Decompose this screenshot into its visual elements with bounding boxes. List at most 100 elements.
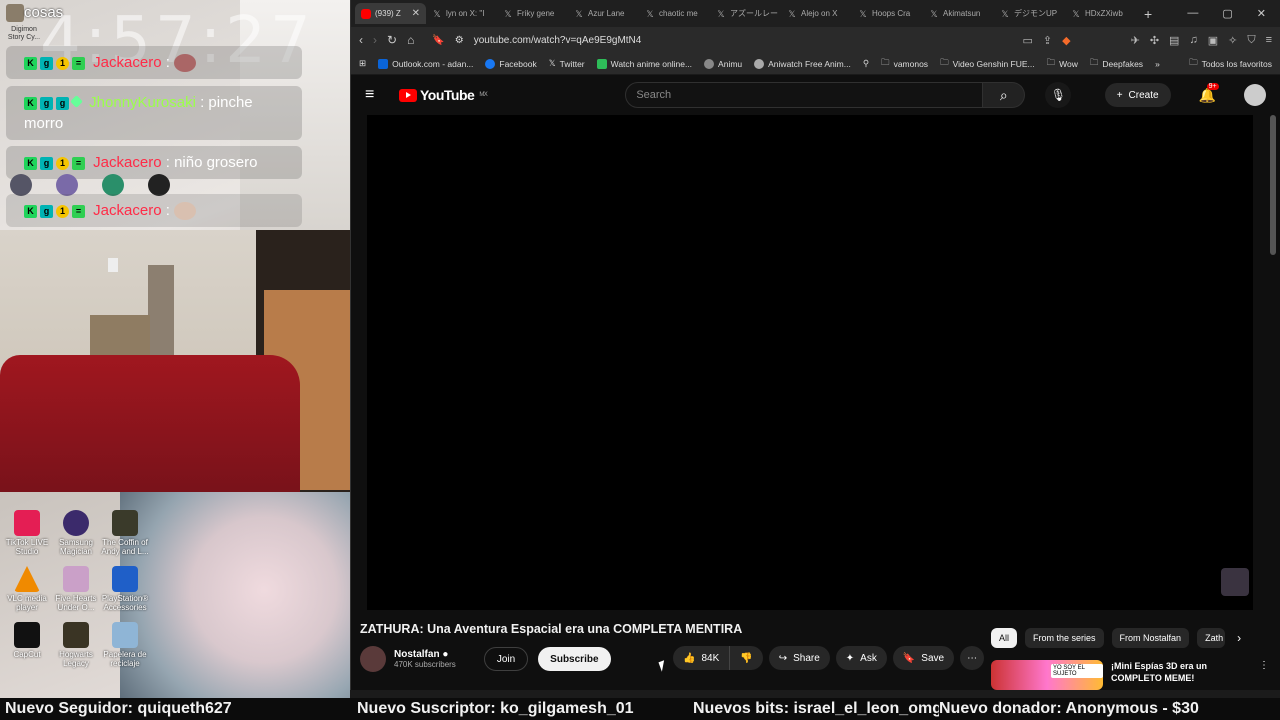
chat-separator: :	[165, 202, 170, 219]
more-actions-button[interactable]: ⋯	[960, 646, 985, 670]
channel-watermark-icon[interactable]	[1221, 568, 1249, 596]
tab-x[interactable]: 𝕏 HDxZXiwb	[1065, 3, 1136, 24]
app-shortcut-icon[interactable]	[56, 174, 78, 196]
desktop-icon-label: The Coffin of Andy and L...	[101, 538, 149, 556]
brave-shield-icon[interactable]: ◆	[1062, 34, 1070, 47]
bookmark-all-favorites[interactable]: 🗀 Todos los favoritos	[1189, 57, 1272, 71]
bookmark-folder-deepfakes[interactable]: 🗀 Deepfakes	[1090, 57, 1143, 71]
chip-from-series[interactable]: From the series	[1025, 628, 1104, 648]
bookmark-facebook[interactable]: Facebook	[485, 58, 537, 69]
bookmark-aniwatch[interactable]: Aniwatch Free Anim...	[754, 58, 851, 69]
back-arrow-icon[interactable]: ‹	[359, 33, 363, 47]
bookmark-folder-vamonos[interactable]: 🗀 vamonos	[881, 57, 928, 71]
hamburger-menu-icon[interactable]: ≡	[365, 86, 389, 104]
chip-all[interactable]: All	[991, 628, 1018, 648]
more-vertical-icon[interactable]: ⋮	[1259, 660, 1269, 690]
forward-arrow-icon[interactable]: ›	[373, 33, 377, 47]
vpn-icon[interactable]: ✈	[1131, 34, 1140, 47]
bookmark-page-icon[interactable]: 🔖	[432, 35, 444, 46]
tab-x[interactable]: 𝕏 Alejo on X	[781, 3, 852, 24]
chip-zathura[interactable]: Zath	[1197, 628, 1226, 648]
tab-x[interactable]: 𝕏 アズールレー	[710, 3, 781, 24]
minimize-icon[interactable]: —	[1187, 7, 1198, 20]
video-player[interactable]	[367, 115, 1253, 610]
desktop-icon-samsung-magician[interactable]: Samsung Magician	[49, 510, 103, 556]
chat-badges: K g g	[24, 94, 83, 110]
youtube-logo[interactable]: YouTube MX	[399, 87, 488, 103]
voice-search-button[interactable]: 🎙	[1045, 82, 1072, 108]
recommended-thumbnail[interactable]: YO SOY EL SUJETO	[991, 660, 1103, 690]
ticker-subscriber: Nuevo Suscriptor: ko_gilgamesh_01	[357, 700, 634, 717]
channel-avatar[interactable]	[360, 646, 386, 672]
desktop-icon-hogwarts[interactable]: Hogwarts Legacy	[49, 622, 103, 668]
share-icon[interactable]: ⇪	[1043, 34, 1052, 47]
bookmark-folder-wow[interactable]: 🗀 Wow	[1047, 57, 1078, 71]
bookmark-twitter[interactable]: 𝕏 Twitter	[549, 58, 585, 69]
digimon-shortcut-icon[interactable]	[6, 4, 24, 22]
desktop-icon-five-hearts[interactable]: Five Hearts Under O...	[49, 566, 103, 612]
create-button[interactable]: + Create	[1104, 83, 1171, 107]
tab-x[interactable]: 𝕏 Hoops Cra	[852, 3, 923, 24]
apps-grid-icon[interactable]: ⊞	[359, 58, 366, 69]
music-icon[interactable]: ♫	[1189, 34, 1197, 47]
gryphlink-icon[interactable]	[148, 174, 170, 196]
desktop-icon-recycle-bin[interactable]: Papelera de reciclaje	[98, 622, 152, 668]
share-button[interactable]: ↪ Share	[768, 646, 830, 670]
bookmark-folder-genshin[interactable]: 🗀 Video Genshin FUE...	[940, 57, 1035, 71]
reload-icon[interactable]: ↻	[387, 33, 397, 47]
tab-x[interactable]: 𝕏 Friky gene	[497, 3, 568, 24]
tab-youtube[interactable]: (939) Z ✕	[355, 3, 426, 24]
chip-from-channel[interactable]: From Nostalfan	[1111, 628, 1190, 648]
app-shortcut-icon[interactable]	[10, 174, 32, 196]
bookmark-animu[interactable]: Animu	[704, 58, 742, 69]
join-button[interactable]: Join	[483, 647, 529, 671]
save-button[interactable]: 🔖 Save	[892, 646, 955, 670]
photopea-icon[interactable]	[102, 174, 124, 196]
address-bar[interactable]: 🔖 ⚙ youtube.com/watch?v=qAe9E9gMtN4	[424, 30, 1012, 50]
tab-x[interactable]: 𝕏 デジモンUP	[994, 3, 1065, 24]
tab-x[interactable]: 𝕏 Akimatsun	[923, 3, 994, 24]
desktop-icon-capcut[interactable]: CapCut	[0, 622, 54, 659]
sidebar-icon[interactable]: ▤	[1169, 34, 1179, 47]
subscribe-button[interactable]: Subscribe	[538, 647, 611, 671]
leo-ai-icon[interactable]: ✧	[1228, 34, 1237, 47]
account-avatar[interactable]	[1244, 84, 1266, 106]
maximize-icon[interactable]: ▢	[1222, 7, 1232, 20]
tab-x[interactable]: 𝕏 Azur Lane	[568, 3, 639, 24]
bookmark-outlook[interactable]: Outlook.com - adan...	[378, 58, 473, 69]
rewards-icon[interactable]: ⛉	[1247, 34, 1255, 47]
close-window-icon[interactable]: ✕	[1257, 7, 1266, 20]
recommended-title[interactable]: ¡Mini Espías 3D era un COMPLETO MEME!	[1111, 660, 1251, 690]
like-button[interactable]: 👍 84K	[673, 646, 730, 670]
new-tab-plus-icon[interactable]: +	[1144, 6, 1152, 22]
chevron-right-icon[interactable]: ›	[1237, 631, 1241, 645]
search-input[interactable]: Search	[625, 82, 984, 108]
desktop-icon-playstation[interactable]: PlayStation® Accessories	[98, 566, 152, 612]
dislike-button[interactable]: 👎	[729, 646, 763, 670]
cast-icon[interactable]: ▭	[1023, 34, 1033, 47]
search-button[interactable]: ⌕	[983, 82, 1026, 108]
notification-count: 9+	[1206, 82, 1219, 90]
extensions-icon[interactable]: ✣	[1150, 34, 1159, 47]
tab-x[interactable]: 𝕏lyn on X: "I	[426, 3, 497, 24]
bookmark-unnamed[interactable]: ⚲	[863, 58, 869, 69]
ask-button[interactable]: ✦ Ask	[835, 646, 887, 670]
recommended-video[interactable]: YO SOY EL SUJETO ¡Mini Espías 3D era un …	[991, 660, 1271, 690]
desktop-icon-vlc[interactable]: VLC media player	[0, 566, 54, 612]
home-icon[interactable]: ⌂	[407, 33, 414, 47]
bookmark-watch-anime[interactable]: Watch anime online...	[596, 58, 692, 69]
channel-name[interactable]: Nostalfan ●	[394, 649, 456, 660]
page-scrollbar[interactable]	[1270, 115, 1276, 255]
browser-window: (939) Z ✕ 𝕏lyn on X: "I 𝕏 Friky gene 𝕏 Azu…	[350, 0, 1280, 690]
site-info-icon[interactable]: ⚙	[455, 35, 464, 46]
tab-x[interactable]: 𝕏chaotic me	[639, 3, 710, 24]
desktop-icon-tiktok[interactable]: TikTok LIVE Studio	[0, 510, 54, 556]
bookmarks-overflow-icon[interactable]: »	[1155, 59, 1160, 69]
menu-icon[interactable]: ≡	[1266, 34, 1272, 47]
wallet-icon[interactable]: ▣	[1208, 34, 1218, 47]
digimon-shortcut-label: Digimon Story Cy...	[7, 26, 41, 41]
tab-label: HDxZXiwb	[1085, 9, 1123, 18]
desktop-icon-coffin[interactable]: The Coffin of Andy and L...	[98, 510, 152, 556]
tab-close-icon[interactable]: ✕	[412, 8, 420, 19]
notifications-button[interactable]: 🔔 9+	[1199, 82, 1219, 104]
